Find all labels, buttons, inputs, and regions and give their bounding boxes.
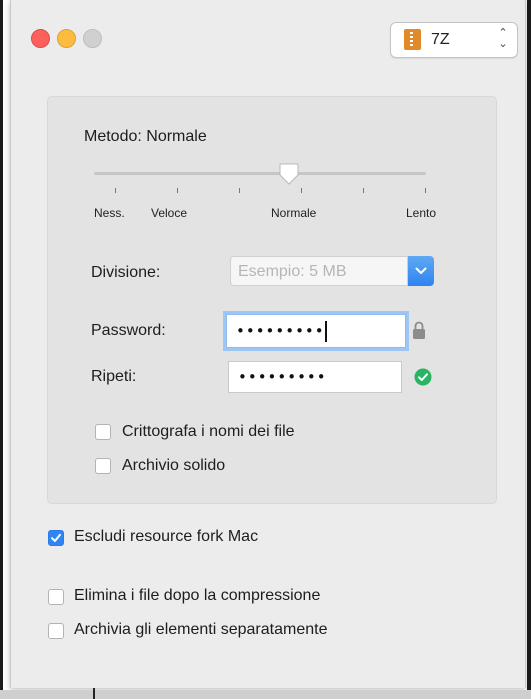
solid-archive-label: Archivio solido xyxy=(122,457,226,474)
text-caret xyxy=(325,321,327,342)
compression-settings-panel xyxy=(47,96,497,504)
zoom-window-button[interactable] xyxy=(83,29,102,48)
tick-label-slow: Lento xyxy=(406,206,437,220)
checkmark-icon xyxy=(51,533,61,542)
slider-tick xyxy=(177,188,178,193)
tick-label-normal: Normale xyxy=(271,206,317,220)
minimize-window-button[interactable] xyxy=(57,29,76,48)
delete-after-checkbox[interactable] xyxy=(48,589,64,605)
exclude-mac-fork-label: Escludi resource fork Mac xyxy=(74,528,259,545)
password-field[interactable]: ••••••••• xyxy=(226,314,406,348)
slider-tick xyxy=(363,188,364,193)
password-match-check-icon xyxy=(414,368,432,386)
compression-level-slider-track[interactable] xyxy=(94,172,426,175)
close-window-button[interactable] xyxy=(31,29,50,48)
archive-separately-label: Archivia gli elementi separatamente xyxy=(74,621,328,638)
split-label: Divisione: xyxy=(91,264,161,281)
repeat-password-masked-value: ••••••••• xyxy=(238,368,327,386)
up-down-chevron-icon: ⌃ ⌄ xyxy=(498,27,508,50)
lock-icon xyxy=(413,321,425,339)
chevron-down-icon xyxy=(415,267,427,274)
screen-edge-bottom xyxy=(0,690,531,699)
compression-level-slider-thumb[interactable] xyxy=(278,162,300,186)
split-size-dropdown-button[interactable] xyxy=(408,256,434,286)
repeat-password-field[interactable]: ••••••••• xyxy=(228,361,402,393)
password-label: Password: xyxy=(91,322,166,339)
exclude-mac-fork-checkbox[interactable] xyxy=(48,530,64,546)
encrypt-names-label: Crittografa i nomi dei file xyxy=(122,423,295,440)
archive-separately-checkbox[interactable] xyxy=(48,623,64,639)
repeat-password-label: Ripeti: xyxy=(91,368,137,385)
password-masked-value: ••••••••• xyxy=(236,322,325,340)
method-label: Metodo: Normale xyxy=(84,128,207,145)
slider-tick xyxy=(115,188,116,193)
encrypt-names-checkbox[interactable] xyxy=(95,424,111,440)
tick-label-fast: Veloce xyxy=(151,206,188,220)
split-size-field[interactable]: Esempio: 5 MB xyxy=(230,256,408,286)
slider-tick xyxy=(301,188,302,193)
delete-after-label: Elimina i file dopo la compressione xyxy=(74,587,321,604)
slider-tick xyxy=(425,188,426,193)
archive-format-value: 7Z xyxy=(431,31,450,48)
solid-archive-checkbox[interactable] xyxy=(95,458,111,474)
slider-tick xyxy=(239,188,240,193)
archive-format-select[interactable]: 7Z ⌃ ⌄ xyxy=(390,22,518,58)
screen-edge-right xyxy=(527,0,531,699)
tick-label-none: Ness. xyxy=(94,206,125,220)
archive-file-icon xyxy=(404,29,421,50)
screen-edge-tick xyxy=(93,688,95,699)
screen-edge-left xyxy=(0,0,3,699)
titlebar: 7Z ⌃ ⌄ xyxy=(11,0,525,70)
